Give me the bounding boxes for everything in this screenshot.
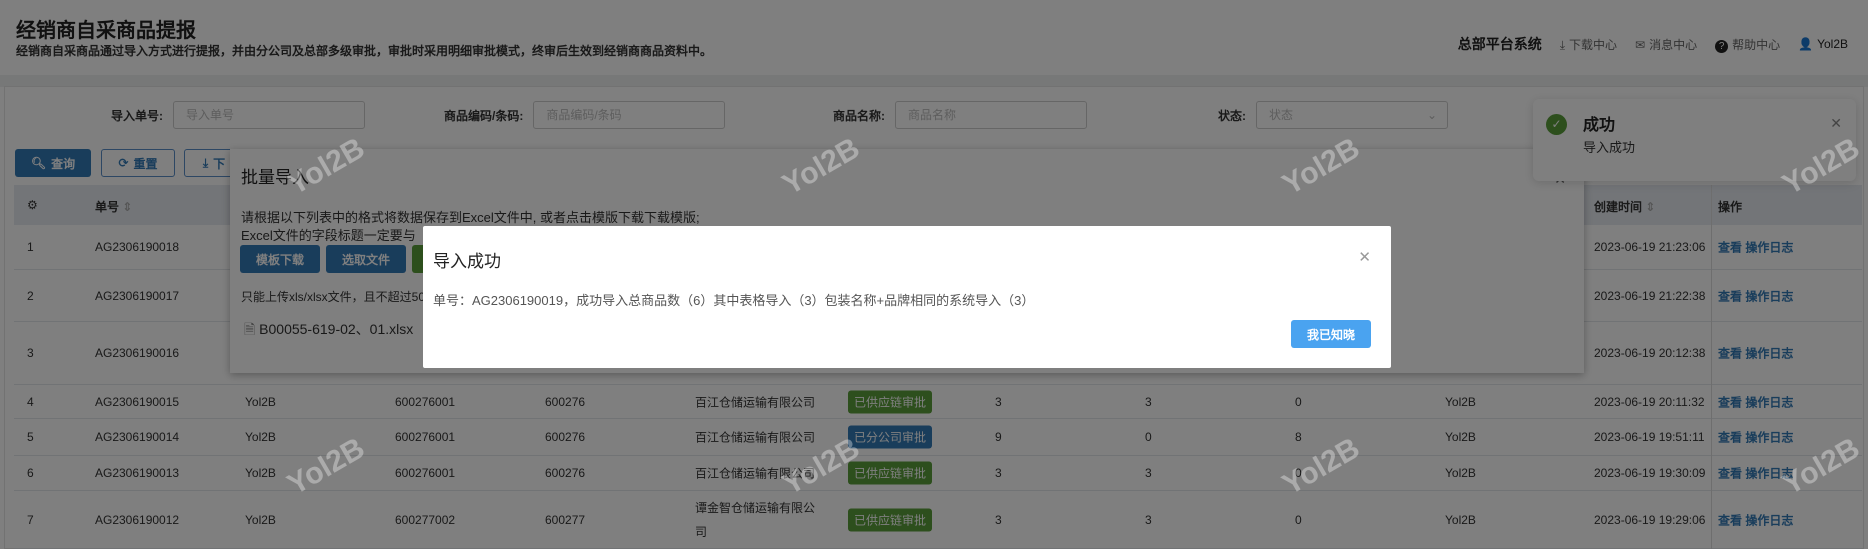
import-success-modal: 导入成功 ✕ 单号：AG2306190019，成功导入总商品数（6）其中表格导入… — [423, 226, 1391, 368]
close-icon[interactable]: ✕ — [1358, 248, 1371, 266]
acknowledge-button[interactable]: 我已知晓 — [1291, 320, 1371, 348]
modal-body: 单号：AG2306190019，成功导入总商品数（6）其中表格导入（3）包装名称… — [433, 293, 1035, 308]
modal-title: 导入成功 — [433, 252, 501, 271]
